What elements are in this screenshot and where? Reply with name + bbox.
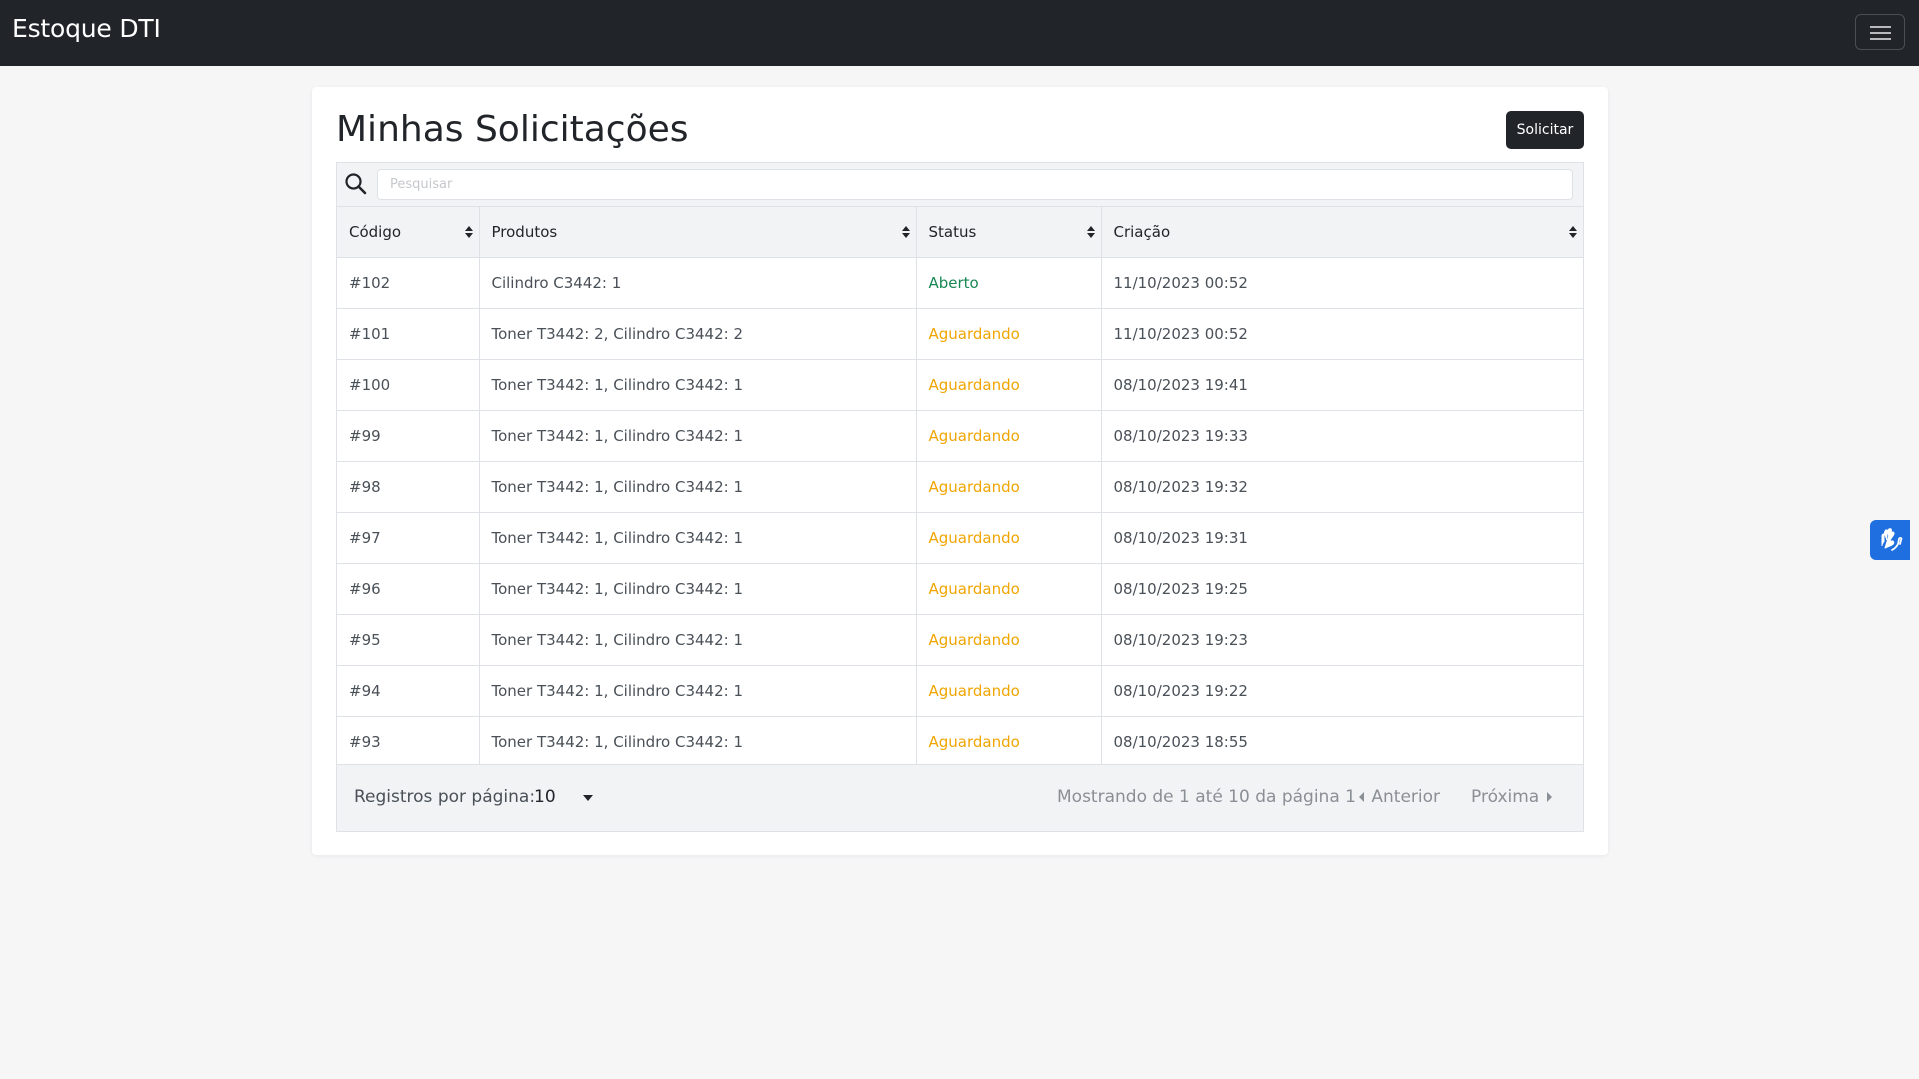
requests-table: Código Produtos Status Criação #102 Cili… bbox=[337, 207, 1583, 768]
column-header-label: Código bbox=[349, 222, 402, 241]
table-row[interactable]: #96 Toner T3442: 1, Cilindro C3442: 1 Ag… bbox=[337, 563, 1583, 615]
sort-icon bbox=[1086, 226, 1095, 238]
table-row[interactable]: #98 Toner T3442: 1, Cilindro C3442: 1 Ag… bbox=[337, 461, 1583, 513]
search-bar bbox=[337, 163, 1583, 207]
column-header-produtos[interactable]: Produtos bbox=[479, 207, 917, 258]
cell-codigo: #98 bbox=[337, 461, 480, 513]
cell-criacao: 11/10/2023 00:52 bbox=[1101, 257, 1583, 309]
cell-status: Aguardando bbox=[916, 308, 1102, 360]
cell-status: Aguardando bbox=[916, 665, 1102, 717]
previous-page-label: Anterior bbox=[1371, 787, 1441, 807]
cell-criacao: 08/10/2023 18:55 bbox=[1101, 716, 1583, 768]
requests-table-container: Código Produtos Status Criação #102 Cili… bbox=[336, 162, 1584, 832]
caret-right-icon bbox=[1546, 792, 1552, 802]
column-header-label: Criação bbox=[1113, 222, 1171, 241]
previous-page-button[interactable]: Anterior bbox=[1358, 787, 1440, 807]
cell-status: Aguardando bbox=[916, 461, 1102, 513]
table-pagination: Registros por página: 10 Mostrando de 1 … bbox=[337, 764, 1583, 831]
cell-status: Aberto bbox=[916, 257, 1102, 309]
cell-codigo: #102 bbox=[337, 257, 480, 309]
cell-criacao: 08/10/2023 19:32 bbox=[1101, 461, 1583, 513]
cell-codigo: #94 bbox=[337, 665, 480, 717]
rows-per-page-select[interactable]: 10 bbox=[534, 783, 596, 813]
table-row[interactable]: #97 Toner T3442: 1, Cilindro C3442: 1 Ag… bbox=[337, 512, 1583, 564]
caret-down-icon bbox=[583, 795, 593, 801]
navbar: Estoque DTI bbox=[0, 0, 1919, 66]
cell-produtos: Toner T3442: 1, Cilindro C3442: 1 bbox=[479, 563, 917, 615]
cell-status: Aguardando bbox=[916, 716, 1102, 768]
cell-criacao: 08/10/2023 19:25 bbox=[1101, 563, 1583, 615]
cell-produtos: Toner T3442: 1, Cilindro C3442: 1 bbox=[479, 716, 917, 768]
column-header-codigo[interactable]: Código bbox=[337, 207, 480, 258]
column-header-status[interactable]: Status bbox=[916, 207, 1102, 258]
cell-produtos: Toner T3442: 1, Cilindro C3442: 1 bbox=[479, 665, 917, 717]
cell-criacao: 08/10/2023 19:22 bbox=[1101, 665, 1583, 717]
table-row[interactable]: #94 Toner T3442: 1, Cilindro C3442: 1 Ag… bbox=[337, 665, 1583, 717]
cell-codigo: #95 bbox=[337, 614, 480, 666]
table-row[interactable]: #101 Toner T3442: 2, Cilindro C3442: 2 A… bbox=[337, 308, 1583, 360]
table-row[interactable]: #99 Toner T3442: 1, Cilindro C3442: 1 Ag… bbox=[337, 410, 1583, 462]
cell-produtos: Toner T3442: 1, Cilindro C3442: 1 bbox=[479, 461, 917, 513]
column-header-criacao[interactable]: Criação bbox=[1101, 207, 1583, 258]
solicitar-button[interactable]: Solicitar bbox=[1506, 111, 1584, 149]
cell-codigo: #99 bbox=[337, 410, 480, 462]
table-row[interactable]: #102 Cilindro C3442: 1 Aberto 11/10/2023… bbox=[337, 257, 1583, 309]
sign-language-hands-icon bbox=[1881, 528, 1903, 551]
next-page-label: Próxima bbox=[1471, 787, 1540, 807]
cell-codigo: #96 bbox=[337, 563, 480, 615]
page-title: Minhas Solicitações bbox=[336, 109, 689, 150]
cell-codigo: #100 bbox=[337, 359, 480, 411]
cell-produtos: Toner T3442: 1, Cilindro C3442: 1 bbox=[479, 359, 917, 411]
cell-status: Aguardando bbox=[916, 512, 1102, 564]
next-page-button[interactable]: Próxima bbox=[1471, 787, 1553, 807]
rows-per-page-label: Registros por página: bbox=[354, 787, 536, 807]
cell-criacao: 08/10/2023 19:23 bbox=[1101, 614, 1583, 666]
cell-criacao: 08/10/2023 19:33 bbox=[1101, 410, 1583, 462]
table-row[interactable]: #95 Toner T3442: 1, Cilindro C3442: 1 Ag… bbox=[337, 614, 1583, 666]
table-header-row: Código Produtos Status Criação bbox=[337, 207, 1583, 258]
column-header-label: Produtos bbox=[491, 222, 558, 241]
column-header-label: Status bbox=[928, 222, 977, 241]
pagination-info: Mostrando de 1 até 10 da página 1 bbox=[1057, 787, 1356, 807]
rows-per-page-value: 10 bbox=[534, 787, 556, 807]
accessibility-widget-button[interactable] bbox=[1870, 520, 1910, 560]
cell-produtos: Toner T3442: 2, Cilindro C3442: 2 bbox=[479, 308, 917, 360]
cell-produtos: Cilindro C3442: 1 bbox=[479, 257, 917, 309]
cell-status: Aguardando bbox=[916, 614, 1102, 666]
cell-criacao: 08/10/2023 19:41 bbox=[1101, 359, 1583, 411]
cell-codigo: #97 bbox=[337, 512, 480, 564]
cell-produtos: Toner T3442: 1, Cilindro C3442: 1 bbox=[479, 410, 917, 462]
cell-produtos: Toner T3442: 1, Cilindro C3442: 1 bbox=[479, 512, 917, 564]
requests-card: Minhas Solicitações Solicitar Código Pro… bbox=[312, 87, 1608, 855]
menu-toggle-button[interactable] bbox=[1855, 14, 1905, 50]
cell-codigo: #101 bbox=[337, 308, 480, 360]
sort-icon bbox=[464, 226, 473, 238]
cell-criacao: 08/10/2023 19:31 bbox=[1101, 512, 1583, 564]
cell-produtos: Toner T3442: 1, Cilindro C3442: 1 bbox=[479, 614, 917, 666]
cell-status: Aguardando bbox=[916, 563, 1102, 615]
table-row[interactable]: #100 Toner T3442: 1, Cilindro C3442: 1 A… bbox=[337, 359, 1583, 411]
table-row[interactable]: #93 Toner T3442: 1, Cilindro C3442: 1 Ag… bbox=[337, 716, 1583, 768]
cell-codigo: #93 bbox=[337, 716, 480, 768]
sort-icon bbox=[1569, 226, 1577, 238]
brand[interactable]: Estoque DTI bbox=[12, 14, 161, 43]
search-input[interactable] bbox=[377, 169, 1573, 200]
caret-left-icon bbox=[1359, 792, 1364, 802]
sort-icon bbox=[901, 226, 910, 238]
search-icon bbox=[345, 173, 367, 195]
cell-status: Aguardando bbox=[916, 410, 1102, 462]
cell-status: Aguardando bbox=[916, 359, 1102, 411]
cell-criacao: 11/10/2023 00:52 bbox=[1101, 308, 1583, 360]
